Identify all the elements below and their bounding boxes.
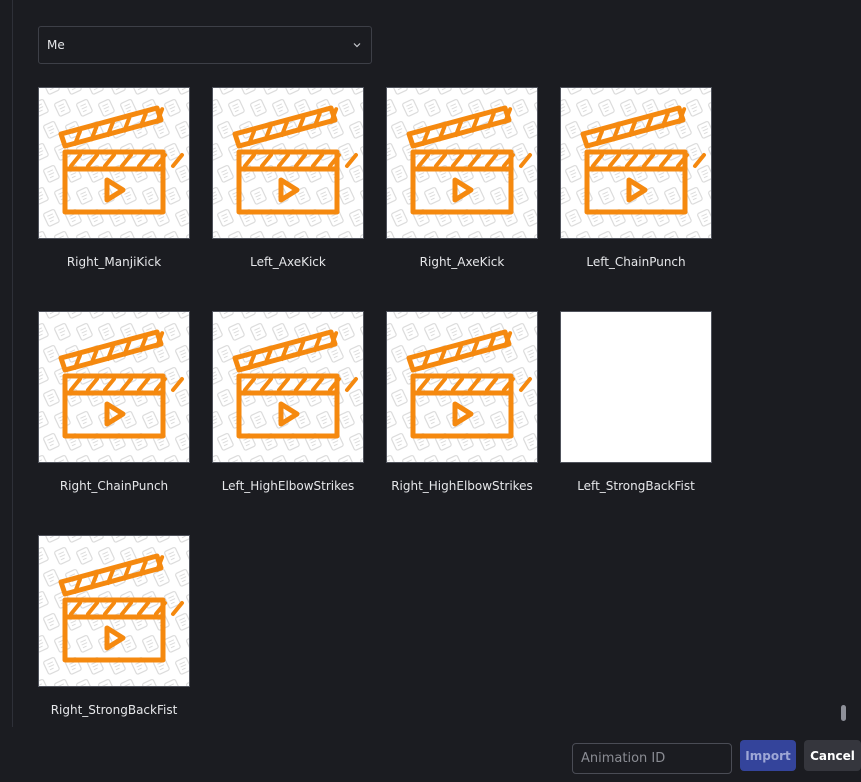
animation-thumbnail (386, 311, 538, 463)
panel-divider (12, 0, 13, 727)
animation-tile[interactable]: Left_AxeKick (212, 87, 364, 287)
cancel-button[interactable]: Cancel (804, 740, 861, 771)
animation-tile[interactable]: Right_AxeKick (386, 87, 538, 287)
animation-tile[interactable]: Left_ChainPunch (560, 87, 712, 287)
animation-import-dialog: Me Right_ManjiKick Left_AxeKick Right_Ax… (0, 0, 861, 782)
animation-thumbnail (38, 87, 190, 239)
creator-dropdown-value: Me (47, 38, 65, 52)
animation-thumbnail (560, 87, 712, 239)
animation-tile[interactable]: Right_ManjiKick (38, 87, 190, 287)
animation-label: Right_AxeKick (419, 255, 505, 269)
animation-thumbnail (560, 311, 712, 463)
animation-thumbnail (386, 87, 538, 239)
chevron-down-icon (353, 43, 361, 48)
animation-tile[interactable]: Right_ChainPunch (38, 311, 190, 511)
animation-tile[interactable]: Left_HighElbowStrikes (212, 311, 364, 511)
animation-thumbnail (212, 311, 364, 463)
animation-thumbnail (212, 87, 364, 239)
animation-tile[interactable]: Right_HighElbowStrikes (386, 311, 538, 511)
import-button[interactable]: Import (740, 740, 796, 771)
animation-label: Right_ManjiKick (66, 255, 162, 269)
animation-label: Left_ChainPunch (586, 255, 686, 269)
animation-label: Right_StrongBackFist (50, 703, 178, 717)
animation-label: Right_HighElbowStrikes (391, 479, 533, 493)
animation-tile[interactable]: Left_StrongBackFist (560, 311, 712, 511)
animation-label: Right_ChainPunch (59, 479, 169, 493)
animation-label: Left_AxeKick (250, 255, 326, 269)
animation-thumbnail (38, 535, 190, 687)
animation-tile[interactable]: Right_StrongBackFist (38, 535, 190, 735)
animation-id-input[interactable] (572, 743, 732, 774)
scrollbar-thumb[interactable] (841, 705, 846, 721)
animation-label: Left_StrongBackFist (577, 479, 695, 493)
animation-label: Left_HighElbowStrikes (221, 479, 355, 493)
creator-dropdown[interactable]: Me (38, 26, 372, 64)
animation-thumbnail (38, 311, 190, 463)
